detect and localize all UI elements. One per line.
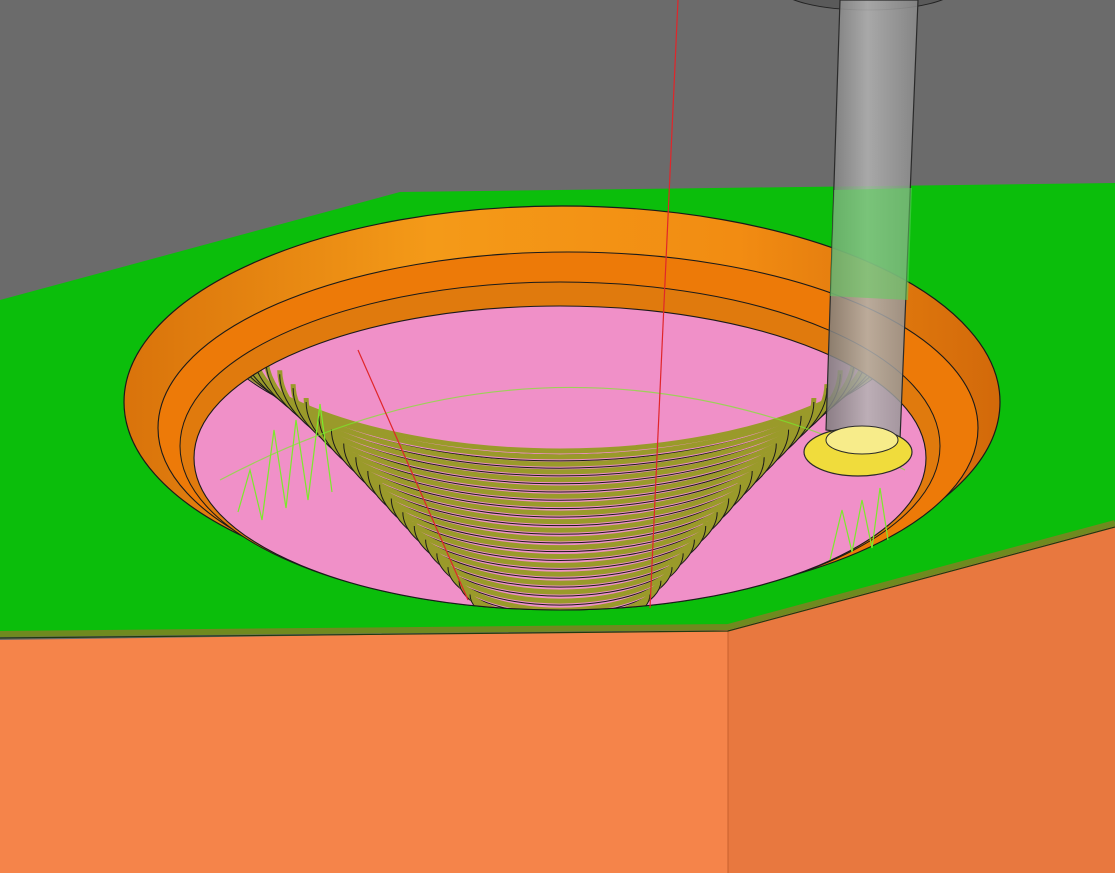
scene-canvas[interactable] [0, 0, 1115, 873]
workpiece-front-face [0, 630, 728, 873]
cam-viewport[interactable] [0, 0, 1115, 873]
